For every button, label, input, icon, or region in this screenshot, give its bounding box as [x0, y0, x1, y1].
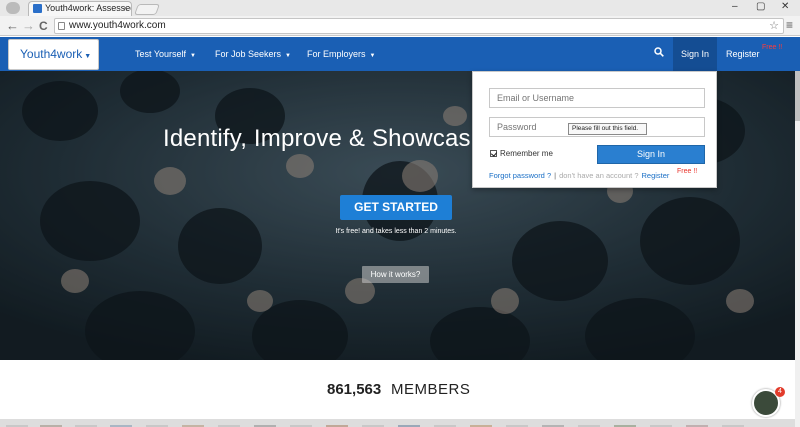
email-input[interactable] — [489, 88, 705, 108]
tab-close-icon[interactable]: × — [123, 2, 128, 15]
caret-down-icon: ▼ — [190, 53, 196, 59]
forward-icon[interactable]: → — [22, 18, 35, 34]
nav-sign-in[interactable]: Sign In — [673, 37, 717, 71]
nav-job-seekers[interactable]: For Job Seekers ▼ — [215, 37, 291, 71]
browser-menu-icon[interactable]: ≡ — [786, 18, 793, 32]
get-started-button[interactable]: GET STARTED — [340, 195, 452, 220]
members-label: MEMBERS — [391, 381, 471, 398]
how-it-works-button[interactable]: How it works? — [362, 266, 429, 283]
bookmark-star-icon[interactable]: ☆ — [769, 19, 779, 33]
members-count: 861,563 — [327, 381, 382, 398]
browser-chrome: Youth4work: Assessed Pr × – ▢ ✕ ← → C ww… — [0, 0, 800, 36]
footer-separator: | — [554, 171, 557, 180]
validation-tooltip: Please fill out this field. — [568, 123, 647, 135]
minimize-icon[interactable]: – — [732, 0, 738, 14]
brand-dropdown[interactable]: Youth4work ▼ — [8, 39, 99, 70]
favicon-icon — [33, 4, 42, 13]
dropdown-free-badge: Free !! — [677, 168, 698, 175]
remember-me-label: Remember me — [500, 149, 553, 158]
no-account-text: don't have an account ? — [559, 171, 639, 180]
dropdown-register-link[interactable]: Register — [642, 171, 670, 180]
browser-tab[interactable]: Youth4work: Assessed Pr × — [28, 1, 132, 16]
search-icon[interactable] — [654, 47, 664, 57]
remember-me-checkbox[interactable] — [490, 150, 497, 157]
maximize-icon[interactable]: ▢ — [756, 0, 765, 14]
new-tab-button[interactable] — [133, 4, 161, 15]
forgot-password-link[interactable]: Forgot password ? — [489, 171, 551, 180]
toolbar: ← → C www.youth4work.com ☆ ≡ — [0, 16, 800, 36]
page-scrollbar[interactable] — [795, 71, 800, 427]
nav-test-yourself[interactable]: Test Yourself ▼ — [135, 37, 196, 71]
profile-icon[interactable] — [6, 2, 20, 14]
sign-in-button[interactable]: Sign In — [597, 145, 705, 164]
tab-title: Youth4work: Assessed Pr — [45, 3, 132, 13]
caret-down-icon: ▼ — [84, 53, 92, 60]
login-footer: Forgot password ? | don't have an account … — [489, 171, 669, 180]
nav-register[interactable]: Register — [726, 37, 760, 71]
close-window-icon[interactable]: ✕ — [781, 0, 789, 14]
nav-employers[interactable]: For Employers ▼ — [307, 37, 375, 71]
address-bar[interactable]: www.youth4work.com ☆ — [54, 18, 784, 34]
tab-strip: Youth4work: Assessed Pr × – ▢ ✕ — [0, 0, 800, 16]
member-avatars-strip — [0, 419, 795, 427]
caret-down-icon: ▼ — [369, 53, 376, 59]
page-icon — [58, 22, 65, 30]
cta-subtext: It's free! and takes less than 2 minutes… — [335, 228, 457, 235]
scrollbar-thumb[interactable] — [795, 71, 800, 121]
nav-label: For Employers — [307, 49, 366, 59]
url-text: www.youth4work.com — [69, 20, 166, 31]
hero-title: Identify, Improve & Showcas — [163, 125, 471, 152]
nav-label: Test Yourself — [135, 49, 187, 59]
nav-label: For Job Seekers — [215, 49, 282, 59]
back-icon[interactable]: ← — [6, 18, 19, 34]
chat-notification-badge: 4 — [775, 387, 785, 397]
free-badge: Free !! — [762, 44, 783, 51]
reload-icon[interactable]: C — [39, 18, 48, 34]
brand-name: Youth4work — [20, 47, 83, 61]
caret-down-icon: ▼ — [285, 53, 291, 59]
